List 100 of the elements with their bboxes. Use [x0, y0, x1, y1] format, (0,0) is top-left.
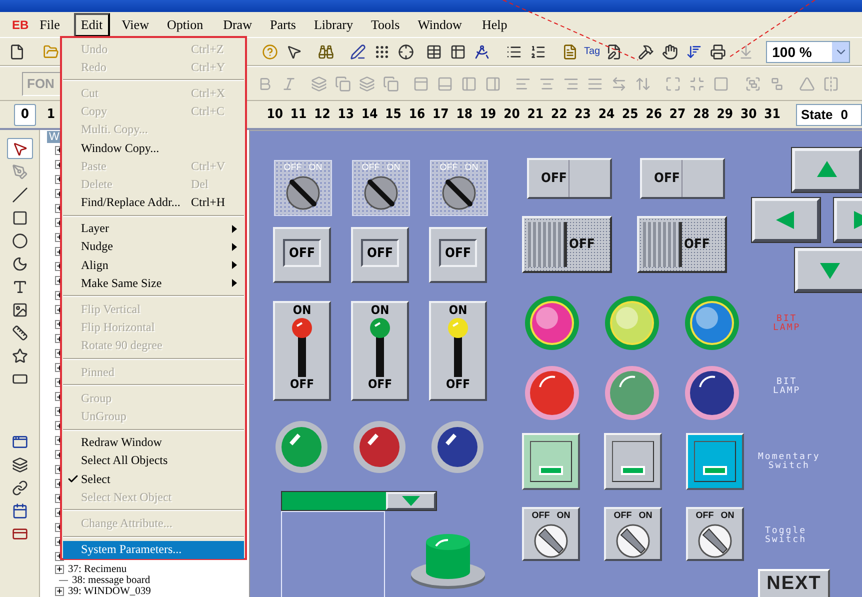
menu-item[interactable]: Layer: [63, 220, 244, 238]
lever-switch[interactable]: ON OFF: [351, 301, 409, 401]
momentary-switch[interactable]: [522, 433, 580, 490]
push-button[interactable]: [410, 532, 486, 590]
toggle-switch[interactable]: OFF ON: [522, 507, 580, 561]
menu-item[interactable]: Library: [308, 14, 359, 36]
switch-label: OFF: [362, 163, 380, 172]
menu-item[interactable]: Align: [63, 256, 244, 274]
expand-icon[interactable]: [55, 586, 64, 596]
switch-caption: Momentary Switch: [758, 453, 820, 471]
menu-item[interactable]: Tools: [364, 14, 406, 36]
momentary-switch[interactable]: [686, 433, 744, 490]
window-number-tab[interactable]: 26: [642, 104, 666, 126]
slide-button[interactable]: OFF: [527, 158, 612, 199]
momentary-switch[interactable]: [604, 433, 662, 490]
switch-label: ON: [638, 511, 652, 520]
toggle-switch[interactable]: OFF ON: [686, 507, 744, 561]
window-number-tab[interactable]: 22: [547, 104, 571, 126]
state-field[interactable]: State 0: [796, 104, 862, 126]
rotary-knob-icon[interactable]: [285, 175, 321, 211]
switch-label: OFF: [440, 163, 458, 172]
window-number-tab[interactable]: 13: [334, 104, 358, 126]
menu-item[interactable]: Window Copy...: [63, 138, 244, 158]
arrow-left-button[interactable]: [752, 198, 820, 242]
menu-item[interactable]: View: [116, 14, 155, 36]
switch-label: ON: [720, 511, 734, 520]
switch-label: OFF: [368, 377, 392, 391]
menu-item[interactable]: Draw: [217, 14, 258, 36]
window-number-tab[interactable]: 31: [760, 104, 784, 126]
switch-label: OFF: [696, 511, 714, 520]
window-number-tab[interactable]: 19: [476, 104, 500, 126]
window-number-tab[interactable]: 24: [594, 104, 618, 126]
window-number-tab[interactable]: 29: [713, 104, 737, 126]
menu-item[interactable]: File: [34, 14, 66, 36]
app-logo: EB: [12, 18, 29, 32]
lever-switch[interactable]: ON OFF: [273, 301, 331, 401]
tree-item[interactable]: 37: Recimenu: [68, 564, 127, 574]
menu-item[interactable]: Nudge: [63, 238, 244, 256]
window-number-tab[interactable]: 30: [736, 104, 760, 126]
window-number-tab[interactable]: 20: [500, 104, 524, 126]
window-number-tab[interactable]: 25: [618, 104, 642, 126]
rotary-knob-icon[interactable]: [441, 175, 477, 211]
caret-down-icon: [402, 496, 420, 506]
slide-switch[interactable]: OFF: [637, 216, 727, 273]
window-number-tab[interactable]: 17: [428, 104, 452, 126]
off-button[interactable]: OFF: [351, 227, 409, 283]
arrow-up-button[interactable]: [792, 148, 862, 192]
window-number-tab[interactable]: 12: [310, 104, 334, 126]
off-button[interactable]: OFF: [429, 227, 487, 283]
zoom-field[interactable]: 100 %: [766, 40, 850, 62]
tree-item[interactable]: 38: message board: [72, 574, 150, 586]
combo-box[interactable]: [281, 491, 437, 511]
tree-item[interactable]: 39: WINDOW_039: [68, 586, 151, 596]
menu-item[interactable]: Option: [160, 14, 210, 36]
arrow-down-button[interactable]: [795, 248, 862, 292]
window-number-tab[interactable]: 14: [358, 104, 382, 126]
menu-item[interactable]: Find/Replace Addr... Ctrl+H: [63, 194, 244, 212]
window-number-tab[interactable]: 23: [570, 104, 595, 126]
rotary-knob-icon[interactable]: [615, 523, 651, 559]
menu-item[interactable]: System Parameters...: [63, 540, 244, 559]
expand-icon[interactable]: [55, 564, 64, 574]
lever-switch[interactable]: ON OFF: [429, 301, 487, 401]
menu-item[interactable]: Redraw Window: [63, 434, 244, 452]
menu-item[interactable]: Help: [476, 14, 514, 36]
switch-label: ON: [556, 511, 570, 520]
window-number-tab[interactable]: 28: [689, 104, 714, 126]
slide-switch[interactable]: OFF: [522, 216, 612, 273]
window-number-tab[interactable]: 11: [286, 104, 310, 126]
rotary-knob-icon[interactable]: [697, 523, 733, 559]
rotary-knob-icon[interactable]: [363, 175, 399, 211]
rotary-knob-icon[interactable]: [533, 523, 569, 559]
switch-label: ON: [386, 163, 400, 172]
lamp-caption: BIT LAMP: [773, 315, 801, 333]
switch-label: OFF: [614, 511, 632, 520]
window-number-tab[interactable]: 16: [405, 104, 429, 126]
menu-item[interactable]: Select All Objects: [63, 452, 244, 470]
slide-button[interactable]: OFF: [640, 158, 725, 199]
window-number-tab[interactable]: 27: [666, 104, 690, 126]
window-number-tab[interactable]: 1: [40, 104, 62, 126]
window-number-tab[interactable]: 18: [452, 104, 476, 126]
dropdown-icon[interactable]: [832, 42, 850, 62]
submenu-arrow-icon: [232, 224, 237, 233]
window-number-tab[interactable]: 10: [263, 104, 287, 126]
menu-item[interactable]: Window: [412, 14, 468, 36]
switch-caption: Toggle Switch: [765, 527, 807, 545]
toggle-switch[interactable]: OFF ON: [604, 507, 662, 561]
window-number-tab[interactable]: 15: [381, 104, 406, 126]
dropdown-button[interactable]: [386, 492, 436, 510]
window-number-tab[interactable]: 0: [14, 104, 36, 126]
tag-button[interactable]: Tag: [582, 46, 602, 57]
menu-item[interactable]: Make Same Size: [63, 274, 244, 292]
switch-label: OFF: [290, 377, 314, 391]
menu-item[interactable]: Select: [63, 470, 244, 488]
pointer-icon[interactable]: [6, 138, 32, 159]
off-button[interactable]: OFF: [273, 227, 331, 283]
switch-label: ON: [448, 303, 468, 317]
window-number-tab[interactable]: 21: [524, 104, 548, 126]
menu-item[interactable]: Parts: [264, 14, 302, 36]
next-button[interactable]: NEXT: [758, 569, 830, 597]
switch-label: ON: [308, 163, 322, 172]
